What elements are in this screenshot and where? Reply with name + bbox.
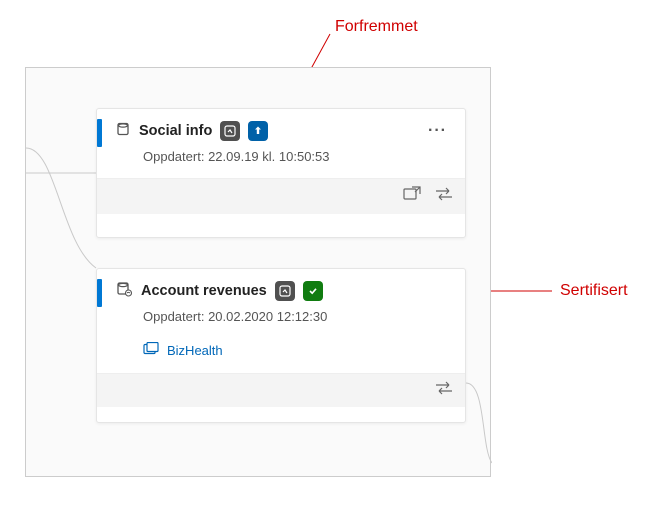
dataset-shared-icon <box>115 281 133 301</box>
certified-badge-icon[interactable] <box>303 281 323 301</box>
updated-label: Oppdatert: <box>143 149 204 164</box>
card-title: Account revenues <box>141 283 267 299</box>
impact-badge-icon[interactable] <box>220 121 240 141</box>
updated-label: Oppdatert: <box>143 309 204 324</box>
data-flow-icon[interactable] <box>435 187 453 206</box>
card-accent <box>97 119 102 147</box>
workspace-icon <box>143 342 159 359</box>
card-title: Social info <box>139 123 212 139</box>
data-flow-icon[interactable] <box>435 381 453 400</box>
more-options-button[interactable]: ··· <box>424 124 451 138</box>
impact-badge-icon[interactable] <box>275 281 295 301</box>
dataset-card-account-revenues[interactable]: Account revenues Oppdatert: 20.02.2020 1… <box>96 268 466 423</box>
dataset-card-social-info[interactable]: Social info ··· Oppdatert: 22.09.19 kl. … <box>96 108 466 238</box>
open-report-icon[interactable] <box>403 186 421 207</box>
updated-value: 22.09.19 kl. 10:50:53 <box>208 149 329 164</box>
card-updated-row: Oppdatert: 20.02.2020 12:12:30 <box>97 307 465 338</box>
updated-value: 20.02.2020 12:12:30 <box>208 309 327 324</box>
workspace-link[interactable]: BizHealth <box>167 343 223 358</box>
promoted-badge-icon[interactable] <box>248 121 268 141</box>
card-accent <box>97 279 102 307</box>
lineage-canvas: Social info ··· Oppdatert: 22.09.19 kl. … <box>25 67 491 477</box>
dataset-icon <box>115 121 131 141</box>
card-updated-row: Oppdatert: 22.09.19 kl. 10:50:53 <box>97 147 465 178</box>
